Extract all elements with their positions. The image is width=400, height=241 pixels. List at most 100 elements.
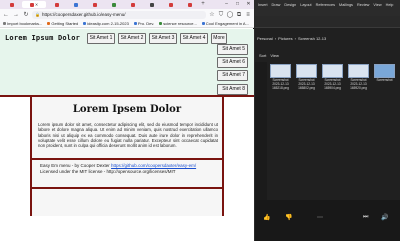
submenu-item-8[interactable]: Sit Amet 8: [217, 84, 248, 95]
image-preview: [270, 64, 291, 78]
browser-tab[interactable]: ✕: [22, 1, 46, 8]
submenu-item-5[interactable]: Sit Amet 5: [217, 44, 248, 55]
browser-tab[interactable]: [124, 1, 141, 8]
submenu-item-7[interactable]: Sit Amet 7: [217, 70, 248, 81]
word-ribbon-tab[interactable]: Review: [357, 3, 369, 7]
bookmark-item[interactable]: Getting Started: [47, 21, 78, 26]
word-ribbon-tab[interactable]: Mailings: [339, 3, 353, 7]
bookmark-item[interactable]: Pro. Dev.: [133, 21, 154, 26]
dislike-icon[interactable]: 👎: [285, 214, 292, 221]
extensions-icon[interactable]: ⧉: [235, 11, 243, 19]
browser-tab[interactable]: [105, 1, 122, 8]
file-name: Screenshot 2023-12-13 165920.png: [350, 78, 367, 90]
explorer-view-button[interactable]: View: [270, 53, 279, 58]
web-page: Lorem Ipsum Dolor Sit Amet 1 Sit Amet 2 …: [0, 29, 254, 241]
bookmark-item[interactable]: Import bookmarks...: [3, 21, 42, 26]
article-body: Lorem ipsum dolor sit amet, consectetur …: [38, 122, 218, 149]
new-tab-button[interactable]: +: [200, 1, 206, 8]
minimize-icon[interactable]: –: [221, 0, 232, 9]
bookmark-favicon-icon: [133, 22, 137, 25]
browser-tab[interactable]: [3, 1, 20, 8]
word-ribbon-tab[interactable]: Design: [284, 3, 296, 7]
file-thumbnail[interactable]: Screenshot 2023-12-13 165218.png: [269, 64, 292, 94]
footer-credit: Easy Em menu - by Cooper Dexter: [40, 163, 110, 168]
bookmark-favicon-icon: [159, 22, 163, 25]
menu-button-1[interactable]: Sit Amet 1: [87, 33, 115, 44]
bookmark-label: Import bookmarks...: [7, 21, 43, 26]
menu-icon[interactable]: ≡: [244, 11, 252, 19]
bookmark-item[interactable]: Cool Engagement in A...: [201, 21, 249, 26]
word-ribbon-tab[interactable]: References: [316, 3, 335, 7]
bookmark-item[interactable]: science resource...: [159, 21, 197, 26]
browser-window: ✕ + – □ ✕ ← → ↻ 🔒 https://coopersdaxer.g…: [0, 0, 254, 241]
back-icon[interactable]: ←: [2, 11, 10, 19]
tab-favicon-icon: [73, 2, 78, 7]
like-icon[interactable]: 👍: [263, 214, 270, 221]
file-thumbnail[interactable]: Screenshot 2023-12-13 165920.png: [347, 64, 370, 94]
skip-icon[interactable]: ⏭: [363, 214, 368, 221]
word-ribbon-tab[interactable]: Insert: [258, 3, 268, 7]
breadcrumb-separator-icon: ›: [294, 36, 296, 41]
file-thumbnail[interactable]: Screenshot 2023-12-13 165802.png: [295, 64, 318, 94]
image-preview: [374, 64, 395, 78]
browser-tab[interactable]: [181, 1, 198, 8]
breadcrumb-item[interactable]: Screensh 12-13: [298, 36, 326, 41]
browser-tab[interactable]: [67, 1, 84, 8]
tab-favicon-icon: [9, 2, 14, 7]
volume-icon[interactable]: 🔊: [381, 214, 388, 221]
bookmark-favicon-icon: [201, 22, 205, 25]
word-ribbon-commands: [255, 16, 400, 28]
menu-button-4[interactable]: Sit Amet 4: [180, 33, 208, 44]
submenu-item-6[interactable]: Sit Amet 6: [217, 57, 248, 68]
file-grid: Screenshot 2023-12-13 165218.png Screensh…: [269, 64, 400, 94]
file-thumbnail[interactable]: Screenshot 2023-12-13 165904.png: [321, 64, 344, 94]
more-options-icon[interactable]: ⋯: [317, 214, 323, 221]
file-name: Screenshot 2023-12-13 165802.png: [298, 78, 315, 90]
word-ribbon-tabs: Insert Draw Design Layout References Mailings…: [258, 3, 393, 7]
word-ribbon-tab[interactable]: Help: [386, 3, 394, 7]
bookmark-label: Getting Started: [51, 21, 79, 26]
bookmark-item[interactable]: ideaslip.com 2-15-2023: [83, 21, 129, 26]
tab-favicon-icon: [29, 2, 34, 7]
image-preview: [322, 64, 343, 78]
tab-close-icon[interactable]: ✕: [35, 2, 38, 7]
shield-icon[interactable]: ⛉: [217, 11, 225, 19]
file-thumbnail[interactable]: Screenshot: [373, 64, 396, 94]
file-explorer: Personal › Pictures › Screensh 12-13 Sort Vi…: [255, 28, 400, 200]
footer-github-link[interactable]: https://github.com/coopersdaxter/easy-em…: [111, 163, 196, 168]
word-ribbon-tab[interactable]: Layout: [300, 3, 311, 7]
menu-button-3[interactable]: Sit Amet 3: [149, 33, 177, 44]
tab-favicon-icon: [187, 2, 192, 7]
browser-tab[interactable]: [162, 1, 179, 8]
reload-icon[interactable]: ↻: [22, 11, 30, 19]
tab-favicon-icon: [130, 2, 135, 7]
word-ribbon: Insert Draw Design Layout References Mailings…: [255, 0, 400, 16]
tab-favicon-icon: [54, 2, 59, 7]
star-icon[interactable]: ☆: [208, 11, 216, 19]
bookmark-label: Cool Engagement in A...: [205, 21, 249, 26]
breadcrumb-separator-icon: ›: [274, 36, 277, 41]
maximize-icon[interactable]: □: [232, 0, 243, 9]
word-ribbon-tab[interactable]: View: [373, 3, 381, 7]
breadcrumb-item[interactable]: Personal: [257, 36, 273, 41]
article-panel: Lorem Ipsem Dolor Lorem ipsum dolor sit …: [30, 97, 224, 216]
footer-line-2: Licensed under the MIT license - http://…: [40, 169, 176, 174]
account-icon[interactable]: ◯: [226, 11, 234, 19]
browser-tab[interactable]: [86, 1, 103, 8]
image-preview: [296, 64, 317, 78]
word-ribbon-tab[interactable]: Draw: [272, 3, 281, 7]
media-controls-bar: 👍 👎 ⋯ ⏭ 🔊: [255, 200, 400, 241]
tab-favicon-icon: [92, 2, 97, 7]
explorer-sort-button[interactable]: Sort: [259, 53, 266, 58]
address-bar[interactable]: 🔒 https://coopersdaxer.github.io/easy-me…: [32, 10, 206, 19]
more-button[interactable]: More: [211, 33, 227, 44]
menu-area: Lorem Ipsum Dolor Sit Amet 1 Sit Amet 2 …: [0, 29, 254, 97]
forward-icon[interactable]: →: [12, 11, 20, 19]
explorer-toolbar: Sort View: [255, 50, 400, 60]
browser-tab[interactable]: [143, 1, 160, 8]
breadcrumb-item[interactable]: Pictures: [278, 36, 292, 41]
menu-button-2[interactable]: Sit Amet 2: [118, 33, 146, 44]
browser-tab[interactable]: [48, 1, 65, 8]
close-icon[interactable]: ✕: [243, 0, 254, 9]
file-name: Screenshot 2023-12-13 165904.png: [324, 78, 341, 90]
